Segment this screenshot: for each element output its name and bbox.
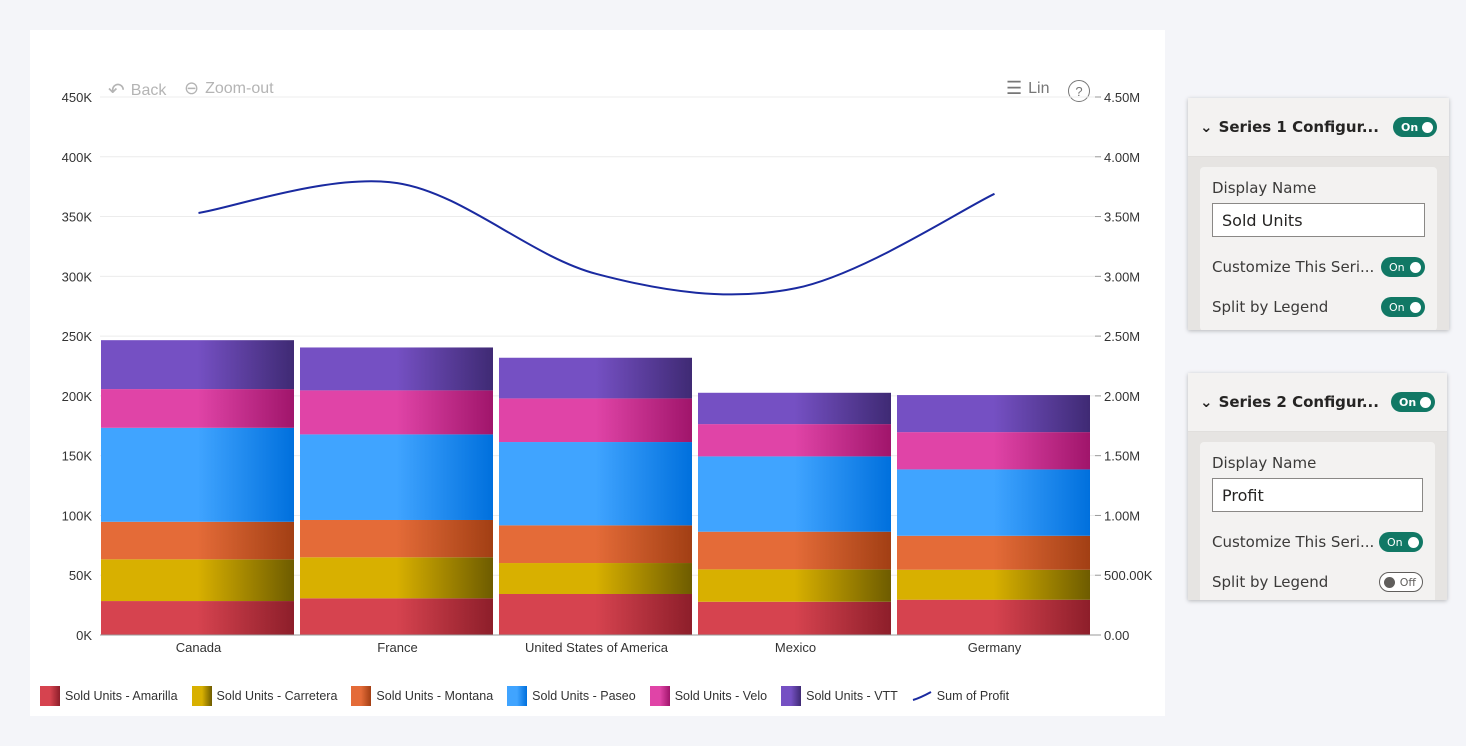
y-right-tick-label: 3.00M: [1104, 269, 1140, 284]
y-right-tick-label: 2.50M: [1104, 329, 1140, 344]
y-right-tick-label: 4.50M: [1104, 90, 1140, 105]
display-name-label: Display Name: [1212, 179, 1317, 197]
y-right-tick-label: 1.00M: [1104, 508, 1140, 523]
y-left-tick-label: 200K: [62, 389, 93, 404]
chevron-down-icon: ⌄: [1200, 118, 1213, 136]
y-right-tick-label: 0.00: [1104, 628, 1129, 643]
legend-label: Sold Units - Carretera: [216, 689, 338, 703]
y-left-tick-label: 400K: [62, 150, 93, 165]
bar-segment[interactable]: [698, 392, 891, 425]
chart-legend: Sold Units - Amarilla Sold Units - Carret…: [40, 686, 1009, 706]
bar-segment[interactable]: [101, 389, 294, 428]
bar-segment[interactable]: [101, 427, 294, 522]
y-right-tick-label: 1.50M: [1104, 449, 1140, 464]
bar-segment[interactable]: [101, 601, 294, 635]
x-tick-label: Canada: [176, 640, 222, 655]
legend-item[interactable]: Sold Units - Paseo: [507, 686, 636, 706]
x-tick-label: Germany: [968, 640, 1022, 655]
legend-item[interactable]: Sold Units - Carretera: [191, 686, 338, 706]
legend-label: Sum of Profit: [936, 689, 1010, 703]
y-right-tick-label: 2.00M: [1104, 389, 1140, 404]
legend-label: Sold Units - Paseo: [532, 689, 636, 703]
legend-swatch: [649, 686, 670, 706]
series-1-toggle[interactable]: On: [1393, 117, 1437, 137]
bar-segment[interactable]: [897, 599, 1090, 635]
profit-line[interactable]: [198, 180, 995, 296]
split-by-legend-toggle[interactable]: On: [1381, 297, 1425, 317]
bar-segment[interactable]: [897, 569, 1090, 600]
bar-segment[interactable]: [897, 432, 1090, 470]
bar-segment[interactable]: [300, 347, 493, 391]
y-left-tick-label: 300K: [62, 269, 93, 284]
customize-series-toggle[interactable]: On: [1379, 532, 1423, 552]
legend-swatch: [40, 686, 60, 706]
legend-item[interactable]: Sold Units - Montana: [351, 686, 493, 706]
legend-label: Sold Units - Amarilla: [65, 689, 178, 703]
bar-segment[interactable]: [499, 442, 692, 526]
series-2-config-panel: ⌄ Series 2 Configur... On Display Name P…: [1188, 373, 1447, 600]
display-name-input[interactable]: Profit: [1212, 478, 1423, 512]
legend-swatch: [507, 686, 528, 706]
bar-segment[interactable]: [698, 456, 891, 532]
bar-segment[interactable]: [499, 398, 692, 443]
bar-segment[interactable]: [300, 598, 493, 635]
series-1-config-panel: ⌄ Series 1 Configur... On Display Name S…: [1188, 98, 1449, 330]
y-right-tick-label: 4.00M: [1104, 150, 1140, 165]
bar-segment[interactable]: [499, 563, 692, 594]
bar-segment[interactable]: [499, 357, 692, 399]
y-left-tick-label: 50K: [69, 568, 92, 583]
bar-segment[interactable]: [101, 559, 294, 602]
bar-segment[interactable]: [300, 519, 493, 558]
legend-line-icon: [912, 691, 932, 701]
bar-segment[interactable]: [499, 525, 692, 564]
legend-label: Sold Units - Velo: [674, 689, 768, 703]
y-left-tick-label: 100K: [62, 508, 93, 523]
y-left-tick-label: 450K: [62, 90, 93, 105]
customize-series-toggle[interactable]: On: [1381, 257, 1425, 277]
chevron-down-icon: ⌄: [1200, 393, 1213, 411]
y-right-tick-label: 500.00K: [1104, 568, 1153, 583]
bar-segment[interactable]: [698, 569, 891, 602]
series-2-header[interactable]: ⌄ Series 2 Configur... On: [1188, 373, 1447, 432]
bar-segment[interactable]: [698, 601, 891, 635]
bar-segment[interactable]: [897, 535, 1090, 570]
bar-segment[interactable]: [698, 531, 891, 570]
legend-label: Sold Units - Montana: [376, 689, 494, 703]
legend-item[interactable]: Sold Units - Velo: [649, 686, 768, 706]
x-tick-label: France: [377, 640, 417, 655]
bar-segment[interactable]: [499, 593, 692, 635]
bar-segment[interactable]: [897, 395, 1090, 433]
bar-segment[interactable]: [300, 390, 493, 435]
legend-label: Sold Units - VTT: [806, 689, 898, 703]
display-name-input[interactable]: Sold Units: [1212, 203, 1425, 237]
split-by-legend-toggle[interactable]: Off: [1379, 572, 1423, 592]
bar-segment[interactable]: [101, 340, 294, 390]
bar-segment[interactable]: [897, 469, 1090, 536]
x-tick-label: United States of America: [525, 640, 669, 655]
y-right-tick-label: 3.50M: [1104, 210, 1140, 225]
y-left-tick-label: 350K: [62, 210, 93, 225]
x-tick-label: Mexico: [775, 640, 816, 655]
y-left-tick-label: 250K: [62, 329, 93, 344]
legend-item[interactable]: Sum of Profit: [912, 689, 1009, 703]
bar-segment[interactable]: [698, 424, 891, 457]
legend-item[interactable]: Sold Units - Amarilla: [40, 686, 178, 706]
legend-swatch: [781, 686, 802, 706]
series-2-toggle[interactable]: On: [1391, 392, 1435, 412]
bar-segment[interactable]: [300, 557, 493, 599]
legend-swatch: [351, 686, 372, 706]
display-name-label: Display Name: [1212, 454, 1317, 472]
legend-item[interactable]: Sold Units - VTT: [781, 686, 898, 706]
y-left-tick-label: 0K: [76, 628, 92, 643]
y-left-tick-label: 150K: [62, 449, 93, 464]
bar-segment[interactable]: [300, 434, 493, 520]
bar-segment[interactable]: [101, 521, 294, 560]
series-1-header[interactable]: ⌄ Series 1 Configur... On: [1188, 98, 1449, 157]
legend-swatch: [191, 686, 212, 706]
